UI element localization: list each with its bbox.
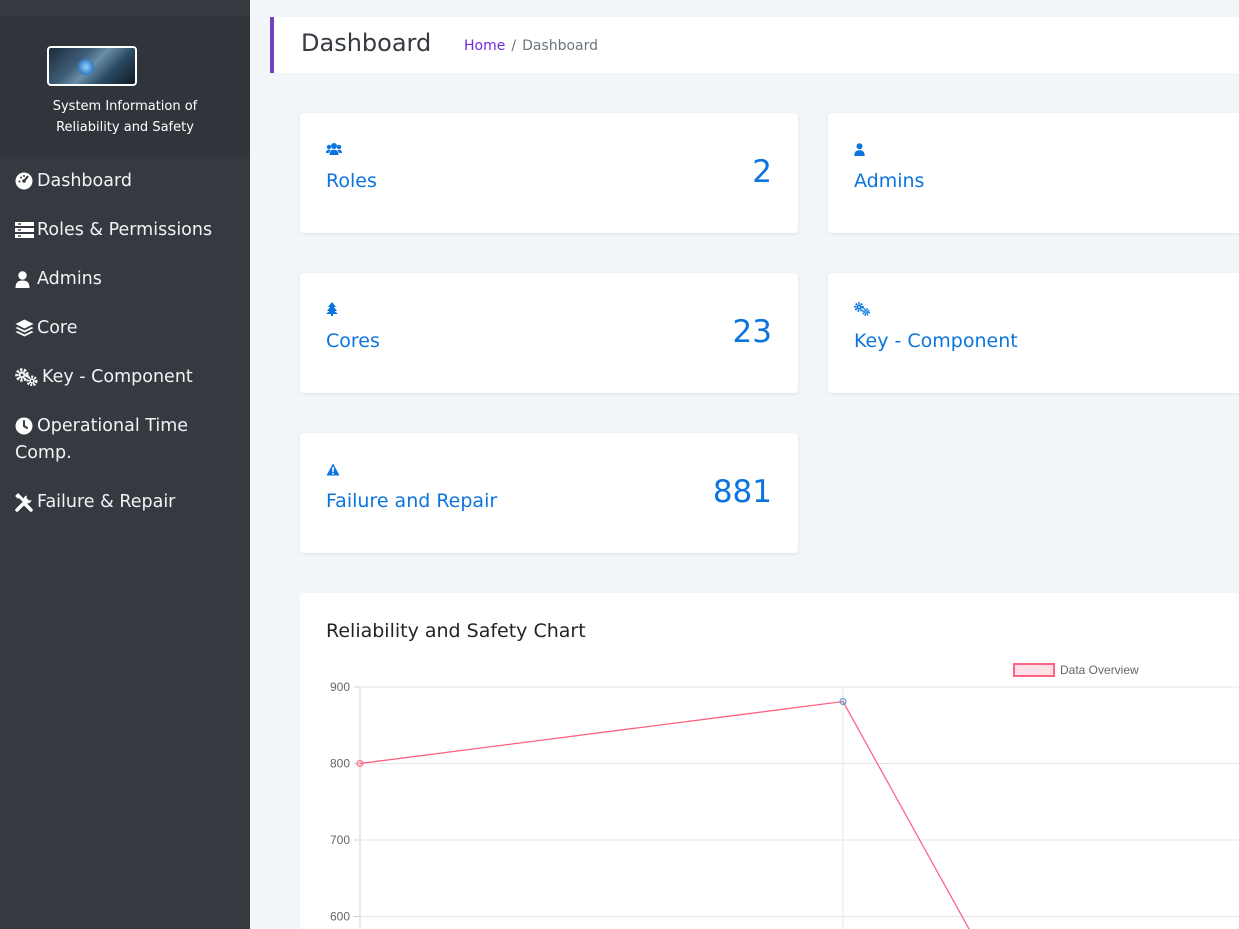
user-icon — [15, 270, 37, 288]
sidebar-item-key-component[interactable]: Key - Component — [0, 362, 250, 391]
brand-title-line2: Reliability and Safety — [56, 120, 194, 135]
y-tick-label: 700 — [330, 833, 350, 847]
warning-icon — [326, 461, 340, 480]
sidebar-item-dashboard[interactable]: Dashboard — [0, 166, 250, 195]
breadcrumb-separator: / — [511, 38, 517, 54]
legend-swatch — [1013, 663, 1055, 677]
roles-card[interactable]: Roles 2 — [300, 113, 798, 233]
brand-title-line1: System Information of — [52, 99, 198, 114]
sidebar-item-label: Failure & Repair — [37, 492, 176, 512]
failure-repair-card-label: Failure and Repair — [326, 490, 498, 512]
breadcrumb-home-link[interactable]: Home — [464, 38, 505, 54]
key-component-card[interactable]: Key - Component — [828, 273, 1239, 393]
admins-card[interactable]: Admins — [828, 113, 1239, 233]
admins-card-label: Admins — [854, 170, 925, 192]
brand-logo-image[interactable] — [47, 46, 137, 86]
roles-card-value: 2 — [752, 154, 772, 190]
sidebar: System Information of Reliability and Sa… — [0, 0, 250, 929]
cores-card-label: Cores — [326, 330, 380, 352]
cores-card[interactable]: Cores 23 — [300, 273, 798, 393]
sidebar-item-admins[interactable]: Admins — [0, 264, 250, 293]
sidebar-item-core[interactable]: Core — [0, 313, 250, 342]
roles-list-icon — [15, 222, 37, 238]
sidebar-item-label: Key - Component — [42, 367, 193, 387]
tools-icon — [15, 492, 37, 512]
sidebar-item-label: Roles & Permissions — [37, 220, 213, 240]
y-tick-label: 600 — [330, 910, 350, 924]
user-icon — [854, 141, 865, 160]
failure-repair-card-value: 881 — [712, 474, 772, 510]
failure-repair-card[interactable]: Failure and Repair 881 — [300, 433, 798, 553]
sidebar-item-label: Admins — [37, 269, 102, 289]
legend-label: Data Overview — [1060, 663, 1139, 677]
breadcrumb: Home / Dashboard — [464, 38, 598, 54]
y-tick-label: 900 — [330, 680, 350, 694]
users-icon — [326, 141, 342, 160]
line-chart: 900 800 700 600 Data Overview — [330, 663, 1239, 929]
sidebar-item-roles-permissions[interactable]: Roles & Permissions — [0, 215, 250, 244]
breadcrumb-current: Dashboard — [522, 38, 599, 54]
sidebar-item-label: Operational Time Comp. — [15, 416, 189, 463]
series-line — [359, 700, 970, 929]
sidebar-item-label: Dashboard — [37, 171, 132, 191]
dashboard-gauge-icon — [15, 172, 37, 190]
key-component-card-label: Key - Component — [854, 330, 1018, 352]
layers-icon — [15, 319, 37, 337]
y-tick-label: 800 — [330, 757, 350, 771]
roles-card-label: Roles — [326, 170, 377, 192]
clock-icon — [15, 417, 37, 435]
cores-card-value: 23 — [732, 314, 772, 350]
page-header: Dashboard Home / Dashboard — [270, 17, 1239, 73]
data-point — [839, 698, 847, 706]
cogs-icon — [15, 368, 42, 386]
brand: System Information of Reliability and Sa… — [0, 16, 250, 157]
cogs-icon — [854, 301, 870, 320]
brand-title: System Information of Reliability and Sa… — [0, 96, 250, 138]
tree-icon — [326, 301, 338, 320]
sidebar-item-label: Core — [37, 318, 78, 338]
chart-card: Reliability and Safety Chart 900 800 700 60… — [300, 593, 1239, 929]
sidebar-item-failure-repair[interactable]: Failure & Repair — [0, 487, 250, 516]
page-title: Dashboard — [301, 29, 432, 57]
sidebar-nav: Dashboard Roles & Permissions Admins Cor… — [0, 166, 250, 536]
data-point — [356, 760, 364, 767]
sidebar-item-operational-time[interactable]: Operational Time Comp. — [0, 411, 250, 467]
